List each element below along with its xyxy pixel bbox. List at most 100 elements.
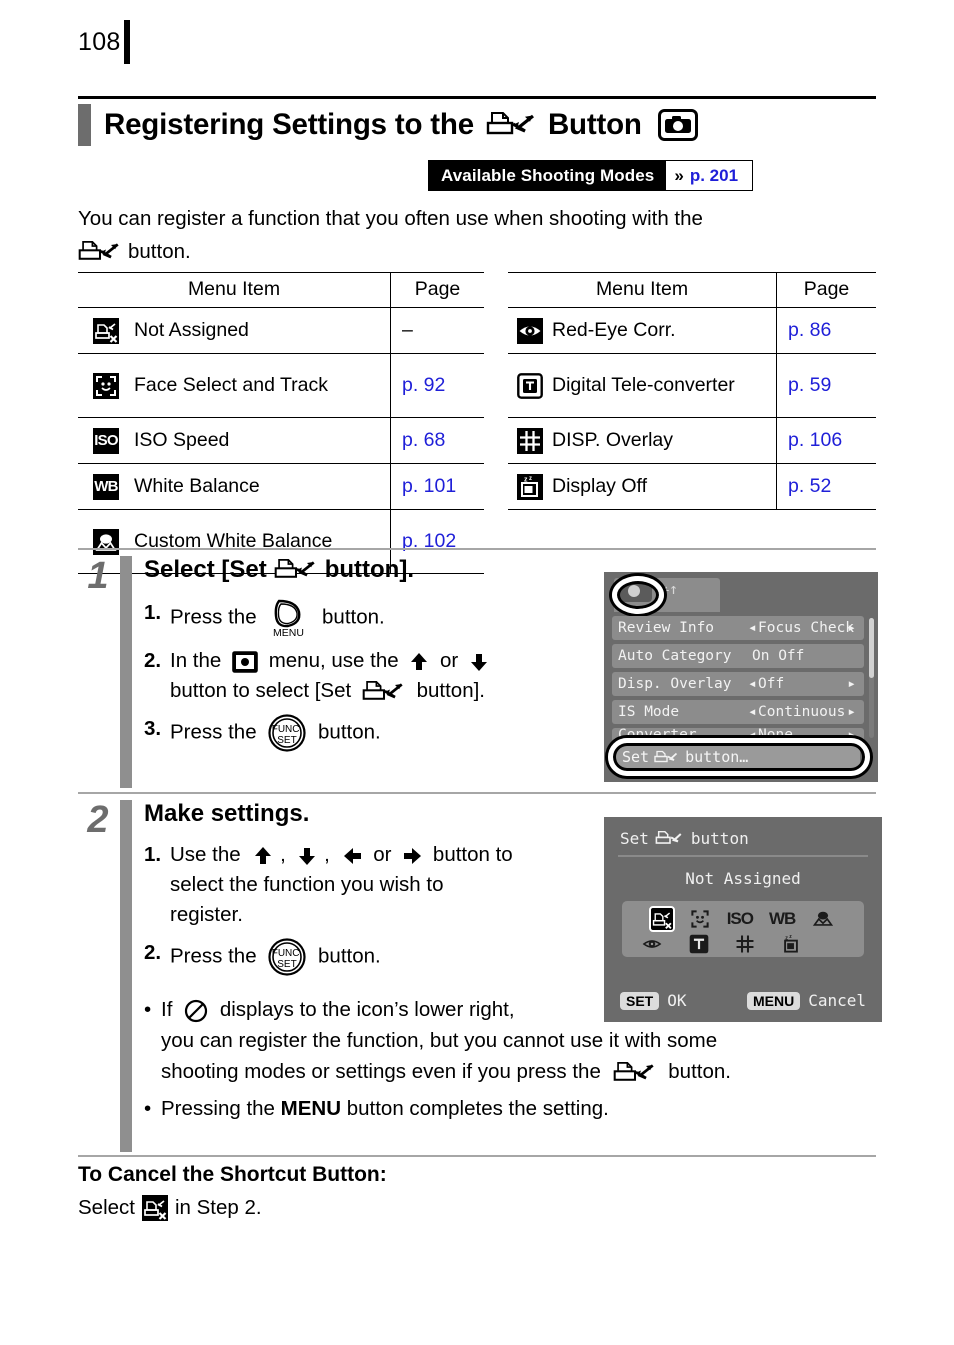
comma-2: ,: [324, 843, 330, 866]
face-select-track-icon[interactable]: [689, 908, 711, 930]
menu-key-label: Cancel: [808, 991, 866, 1010]
title-top-rule: [78, 96, 876, 99]
row-page: –: [390, 307, 484, 354]
iso-icon: ISO: [78, 417, 134, 464]
row-page[interactable]: p. 59: [776, 353, 876, 418]
row-page[interactable]: p. 92: [390, 353, 484, 418]
disp-overlay-icon: [508, 417, 552, 464]
menu-row-label: IS Mode: [618, 704, 680, 720]
left-arrow-icon[interactable]: ◂: [748, 704, 757, 720]
step-separator-mid: [78, 792, 876, 794]
row-label: Display Off: [552, 463, 777, 510]
page-number: 108: [78, 27, 121, 56]
step-1-number: 1: [87, 555, 109, 597]
svg-text:FUNC.: FUNC.: [272, 948, 303, 959]
header-menu-item: Menu Item: [78, 272, 391, 308]
menu-row[interactable]: Disp. Overlay ◂ Off ▸: [612, 672, 864, 696]
svg-text:SET: SET: [278, 735, 297, 746]
table-row: DISP. Overlay p. 106: [508, 417, 876, 464]
section-title: Registering Settings to the Button: [78, 101, 878, 149]
menu-row-list: Review Info ◂ Focus Check ▸ Auto Categor…: [612, 616, 864, 746]
cancel-shortcut-line: Select in Step 2.: [78, 1195, 262, 1221]
digital-tele-converter-icon[interactable]: [688, 933, 710, 955]
step-1-substep-2: 2. In the menu, use the or button to sel…: [144, 646, 664, 706]
left-arrow-icon[interactable]: ◂: [748, 620, 757, 636]
func-set-button-icon: FUNC. SET: [268, 938, 306, 976]
svg-text:z: z: [789, 934, 792, 940]
iso-icon[interactable]: ISO: [727, 909, 754, 929]
svg-text:z: z: [529, 476, 532, 482]
custom-white-balance-icon[interactable]: [811, 908, 835, 930]
svg-text:SET: SET: [278, 959, 297, 970]
substep-text-b: button to: [432, 843, 513, 866]
note-text-c: you can register the function, but you c…: [161, 1029, 718, 1052]
print-share-icon: [362, 679, 406, 705]
available-modes-page[interactable]: p. 201: [690, 166, 738, 186]
right-arrow-icon[interactable]: ▸: [847, 704, 856, 720]
white-balance-icon[interactable]: WB: [769, 909, 796, 929]
scrollbar-thumb[interactable]: [869, 618, 874, 678]
down-arrow-icon: [470, 652, 488, 672]
available-modes-link[interactable]: » p. 201: [666, 161, 753, 190]
display-off-icon[interactable]: z z: [780, 933, 802, 955]
right-arrow-icon[interactable]: ▸: [847, 676, 856, 692]
set-key-icon[interactable]: SET: [620, 991, 660, 1010]
title-text-before: Registering Settings to the: [104, 108, 474, 141]
row-page[interactable]: p. 68: [390, 417, 484, 464]
menu-row-label: Auto Category: [618, 648, 732, 664]
substep-text-b: menu, use the: [268, 649, 399, 672]
row-label: ISO Speed: [134, 417, 391, 464]
menu-row[interactable]: Auto Category On Off: [612, 644, 864, 668]
not-assigned-icon[interactable]: [648, 905, 675, 932]
menu-row-value: Off: [758, 676, 785, 692]
substep-number: 1.: [144, 843, 162, 866]
red-eye-corr-icon[interactable]: [640, 934, 664, 954]
camera-screen-menu: ⚹↑ Review Info ◂ Focus Check ▸ Auto Cate…: [604, 572, 878, 782]
row-page[interactable]: p. 101: [390, 463, 484, 510]
table-row: ISO ISO Speed p. 68: [78, 417, 484, 464]
row-page[interactable]: p. 86: [776, 307, 876, 354]
disp-overlay-icon[interactable]: [734, 933, 756, 955]
menu-items-table-right: Menu Item Page Red-Eye Corr. p. 86 Digit…: [508, 272, 876, 510]
up-arrow-icon: [254, 846, 272, 866]
bullet-dot: •: [144, 998, 152, 1021]
available-modes-label: Available Shooting Modes: [429, 161, 667, 190]
double-chevron-icon: »: [674, 166, 684, 185]
note2-text-a: Pressing the: [161, 1097, 275, 1120]
substep-text-b: button.: [318, 944, 381, 968]
substep-number: 3.: [144, 717, 162, 740]
func-set-button-icon: FUNC. SET: [268, 714, 306, 752]
left-arrow-icon[interactable]: ◂: [748, 676, 757, 692]
substep-text-b: button.: [318, 720, 381, 744]
row-label: DISP. Overlay: [552, 417, 777, 464]
print-share-icon: [613, 1060, 657, 1086]
substep-text-e: button].: [416, 679, 485, 702]
bottom-separator: [78, 1155, 876, 1157]
page-header: 108: [78, 20, 130, 64]
right-arrow-icon[interactable]: ▸: [847, 620, 856, 636]
menu-row[interactable]: Review Info ◂ Focus Check ▸: [612, 616, 864, 640]
row-page[interactable]: p. 52: [776, 463, 876, 510]
step-2-substep-1: 1. Use the , , or button to select the f…: [144, 840, 664, 930]
menu-row[interactable]: IS Mode ◂ Continuous ▸: [612, 700, 864, 724]
highlight-pill-set-button: [608, 738, 870, 776]
not-assigned-icon: [141, 1195, 168, 1221]
print-share-icon: [78, 239, 122, 265]
or-text: or: [373, 843, 392, 866]
title-text-after: Button: [547, 108, 642, 141]
table-header-row: Menu Item Page: [78, 272, 484, 308]
camera-icon: [657, 109, 698, 141]
intro-line-1: You can register a function that you oft…: [78, 207, 703, 230]
table-row: Not Assigned –: [78, 307, 484, 354]
right-arrow-icon: [402, 847, 422, 865]
table-row: Face Select and Track p. 92: [78, 353, 484, 418]
table-row: WB White Balance p. 101: [78, 463, 484, 510]
table-row: z z Display Off p. 52: [508, 463, 876, 510]
cancel-line-b: in Step 2.: [174, 1196, 262, 1219]
screen2-icon-grid: ISO WB z z: [622, 901, 864, 957]
row-page[interactable]: p. 106: [776, 417, 876, 464]
menu-key-icon[interactable]: MENU: [746, 991, 801, 1010]
row-label: Face Select and Track: [134, 353, 391, 418]
screen2-title-b: button: [690, 829, 749, 848]
print-share-icon: [274, 557, 318, 583]
